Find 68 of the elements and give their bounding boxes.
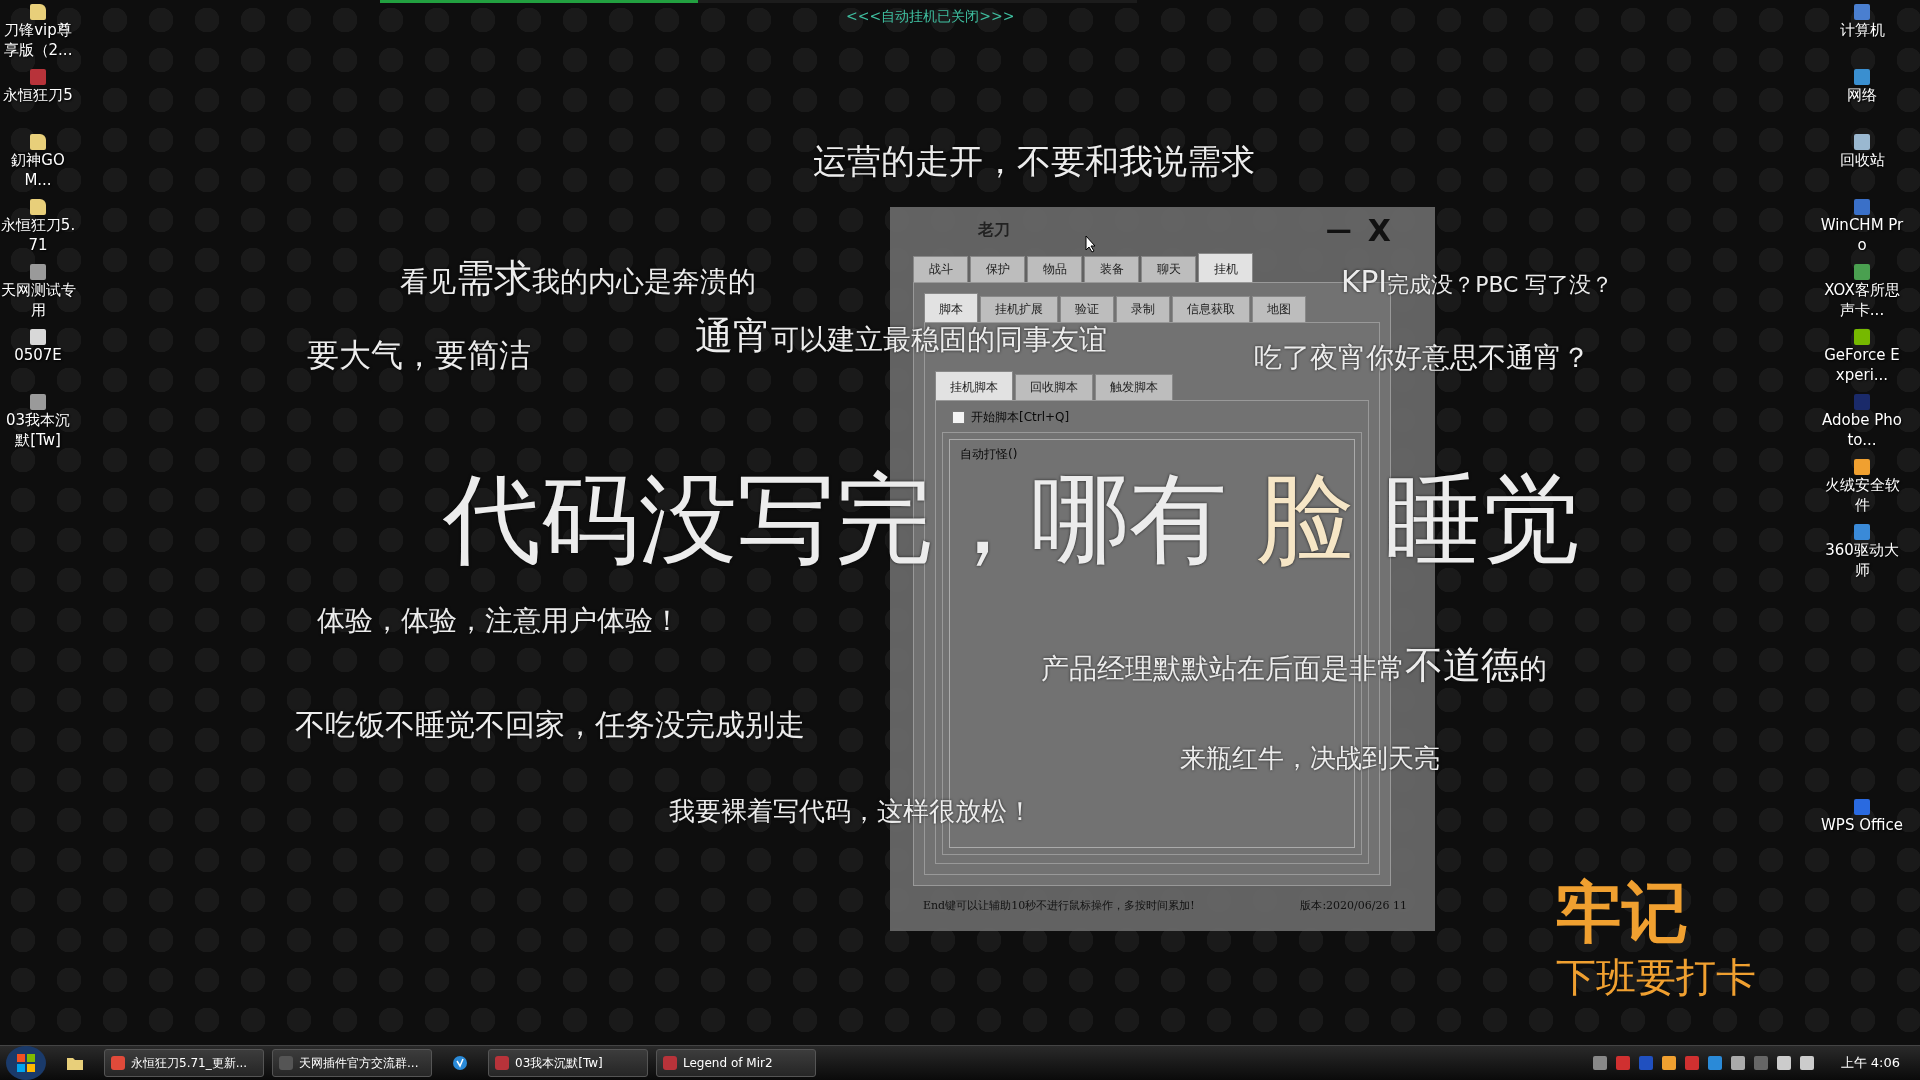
app-icon[interactable] xyxy=(452,1055,468,1071)
tab[interactable]: 地图 xyxy=(1252,296,1306,322)
tray-icon[interactable] xyxy=(1730,1056,1745,1070)
wallpaper-slogan: 不吃饭不睡觉不回家，任务没完成别走 xyxy=(295,708,805,741)
icon-label[interactable]: 永恒狂刀5.71 xyxy=(0,215,76,255)
tab[interactable]: 装备 xyxy=(1084,256,1139,282)
tab[interactable]: 验证 xyxy=(1060,296,1114,322)
icon-label[interactable]: Adobe Photo... xyxy=(1820,410,1904,450)
start-icon xyxy=(15,1052,37,1074)
tab[interactable]: 录制 xyxy=(1116,296,1170,322)
checkbox-label: 开始脚本[Ctrl+Q] xyxy=(971,409,1070,426)
taskbar-button[interactable]: Legend of Mir2 xyxy=(656,1049,816,1077)
group-title: 自动打怪() xyxy=(960,447,1018,461)
tab[interactable]: 战斗 xyxy=(913,256,968,282)
tray-icon[interactable] xyxy=(1707,1056,1722,1070)
tab[interactable]: 物品 xyxy=(1027,256,1082,282)
icon-label[interactable]: 回收站 xyxy=(1839,150,1885,170)
taskbar-button[interactable]: 天网插件官方交流群... xyxy=(272,1049,432,1077)
tab[interactable]: 挂机扩展 xyxy=(980,296,1058,322)
reminder-title: 牢记 xyxy=(1556,873,1688,953)
wallpaper-slogan: 看见需求我的内心是奔溃的 xyxy=(400,258,756,300)
clock: 上午 4:06 xyxy=(1840,1054,1900,1072)
tab[interactable]: 挂机脚本 xyxy=(935,371,1013,400)
wallpaper-slogan: 运营的走开，不要和我说需求 xyxy=(813,143,1255,181)
tab[interactable]: 脚本 xyxy=(924,293,978,322)
app-icon xyxy=(495,1056,509,1070)
taskbar-button[interactable]: 永恒狂刀5.71_更新... xyxy=(104,1049,264,1077)
icon-label[interactable]: 03我本沉默[Tw] xyxy=(0,410,76,450)
icon-label[interactable]: 刀锋vip尊享版（2... xyxy=(0,20,76,60)
hint-text: End键可以让辅助10秒不进行鼠标操作，多按时间累加! xyxy=(923,898,1195,913)
wallpaper-slogan: 体验，体验，注意用户体验！ xyxy=(317,606,681,637)
cursor-icon xyxy=(1085,235,1097,253)
icon-label[interactable]: XOX客所思声卡... xyxy=(1820,280,1904,320)
tray-icon[interactable] xyxy=(1776,1056,1791,1070)
wallpaper-slogan: 吃了夜宵你好意思不通宵？ xyxy=(1254,343,1590,374)
tray-icon[interactable] xyxy=(1661,1056,1676,1070)
tab[interactable]: 触发脚本 xyxy=(1095,374,1173,400)
wallpaper-slogan: 我要裸着写代码，这样很放松！ xyxy=(669,797,1033,826)
icon-label[interactable]: WinCHM Pro xyxy=(1820,215,1904,255)
icon-label[interactable]: 永恒狂刀5 xyxy=(3,85,73,105)
checkbox[interactable] xyxy=(952,411,965,424)
tab[interactable]: 聊天 xyxy=(1141,256,1196,282)
icon-label[interactable]: 釖神GOM... xyxy=(0,150,76,190)
start-button[interactable] xyxy=(6,1046,46,1080)
tab[interactable]: 信息获取 xyxy=(1172,296,1250,322)
app-icon xyxy=(279,1056,293,1070)
icon-label[interactable]: 0507E xyxy=(14,345,62,365)
icon-label[interactable]: 天网测试专用 xyxy=(0,280,76,320)
app-icon xyxy=(663,1056,677,1070)
tray-icon[interactable] xyxy=(1592,1056,1607,1070)
wallpaper-slogan: 要大气，要简洁 xyxy=(307,338,531,374)
icon-label[interactable]: GeForce Experi... xyxy=(1820,345,1904,385)
tray-icon[interactable] xyxy=(1799,1056,1814,1070)
icon-label[interactable]: 火绒安全软件 xyxy=(1820,475,1904,515)
icon-label[interactable]: 360驱动大师 xyxy=(1820,540,1904,580)
icon-label[interactable]: 网络 xyxy=(1847,85,1877,105)
version-text: 版本:2020/06/26 11 xyxy=(1300,898,1407,913)
tab[interactable]: 挂机 xyxy=(1198,253,1253,282)
app-icon xyxy=(111,1056,125,1070)
icon-label[interactable]: 计算机 xyxy=(1839,20,1885,40)
status-text: <<<自动挂机已关闭>>> xyxy=(846,8,1015,26)
icon-label[interactable]: WPS Office xyxy=(1821,815,1903,835)
reminder-text: 下班要打卡 xyxy=(1556,953,1756,1002)
taskbar-button[interactable]: 03我本沉默[Tw] xyxy=(488,1049,648,1077)
tab[interactable]: 回收脚本 xyxy=(1015,374,1093,400)
tab[interactable]: 保护 xyxy=(970,256,1025,282)
window-title: 老刀 xyxy=(978,219,1010,241)
wallpaper-slogan: KPI完成没？PBC 写了没？ xyxy=(1341,266,1614,299)
